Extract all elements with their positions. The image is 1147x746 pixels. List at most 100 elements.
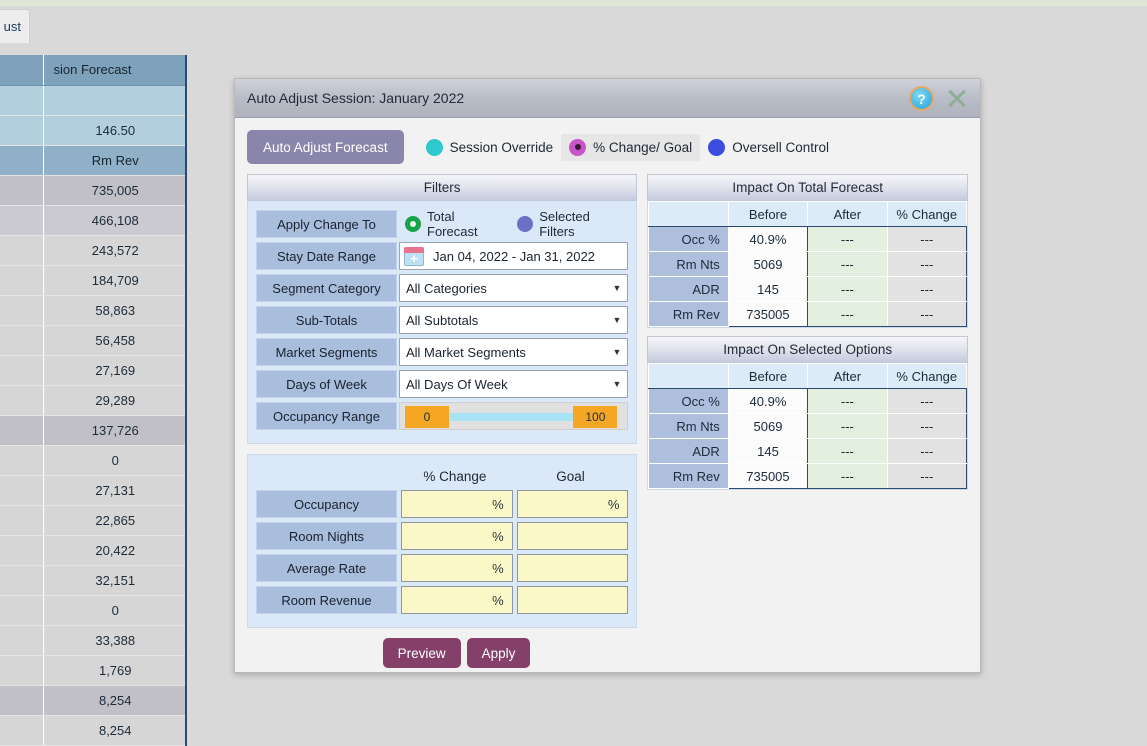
impact-change-value: ---: [886, 276, 968, 302]
table-row[interactable]: 0: [0, 595, 185, 626]
impact-before-value: 735005: [727, 301, 809, 327]
preview-button[interactable]: Preview: [382, 638, 461, 668]
impact-change-value: ---: [886, 463, 968, 489]
mode-option-session-override[interactable]: Session Override: [418, 134, 562, 161]
table-row[interactable]: 104.061,769: [0, 655, 185, 686]
table-row[interactable]: 121.5329,289: [0, 385, 185, 416]
impact-row-label: Rm Nts: [648, 251, 729, 277]
table-row[interactable]: 0: [0, 445, 185, 476]
background-forecast-grid[interactable]: sion Forecast40.9 %40.5 %146.50ADRRm Rev…: [0, 55, 187, 746]
table-row[interactable]: 153.2958,863: [0, 295, 185, 326]
stay-date-range-value: Jan 04, 2022 - Jan 31, 2022: [433, 248, 595, 264]
filter-row-segment-category: Segment Category All Categories ▼: [256, 273, 629, 303]
impact-after-value: ---: [807, 251, 888, 277]
impact-before-value: 5069: [727, 251, 809, 277]
table-row[interactable]: 176.37243,572: [0, 235, 185, 266]
sub-totals-select[interactable]: All Subtotals ▼: [399, 306, 629, 334]
table-row: Rm Rev 735005 --- ---: [648, 301, 968, 327]
segment-category-control: All Categories ▼: [399, 274, 629, 302]
apply-button[interactable]: Apply: [466, 638, 531, 668]
impact-before-value: 40.9%: [727, 226, 809, 252]
dialog-title: Auto Adjust Session: January 2022: [247, 90, 465, 106]
days-of-week-select[interactable]: All Days Of Week ▼: [399, 370, 629, 398]
background-tab-label: ust: [3, 19, 21, 34]
table-row[interactable]: 145.00735,005: [0, 175, 185, 206]
change-goal-rows: Occupancy % % Room Nights % Average Rate %…: [256, 489, 629, 615]
dialog-action-buttons: Preview Apply: [247, 638, 637, 668]
radio-total-forecast[interactable]: Total Forecast: [405, 209, 508, 239]
impact-change-value: ---: [886, 251, 968, 277]
table-row[interactable]: 165.088,254: [0, 685, 185, 716]
goal-input[interactable]: [516, 554, 629, 582]
table-row[interactable]: 121.3232,151: [0, 565, 185, 596]
table-row[interactable]: 165.088,254: [0, 715, 185, 746]
change-goal-row: Occupancy % %: [256, 489, 629, 519]
table-row[interactable]: 124.5220,422: [0, 535, 185, 566]
impact-after-value: ---: [807, 413, 888, 439]
days-of-week-value: All Days Of Week: [406, 376, 508, 392]
impact-selected-panel-body: Before After % Change Occ % 40.9% --- --- Rm…: [647, 363, 968, 490]
impact-total-table: Before After % Change Occ % 40.9% --- --- Rm…: [648, 201, 968, 327]
background-grid-table: sion Forecast40.9 %40.5 %146.50ADRRm Rev…: [0, 55, 185, 746]
chevron-down-icon: ▼: [612, 379, 622, 389]
table-row[interactable]: 147.62137,726: [0, 415, 185, 446]
impact-selected-table-body: Occ % 40.9% --- --- Rm Nts 5069 --- --- ADR 145 --…: [648, 388, 968, 489]
table-row: ADR 145 --- ---: [648, 438, 968, 464]
impact-before-value: 5069: [727, 413, 809, 439]
market-segments-select[interactable]: All Market Segments ▼: [399, 338, 629, 366]
change-goal-row-label: Room Nights: [256, 522, 397, 550]
table-row[interactable]: 145.6422,865: [0, 505, 185, 536]
close-icon[interactable]: [944, 86, 970, 112]
mode-option-label: Session Override: [449, 139, 554, 155]
table-row[interactable]: 158.6627,131: [0, 475, 185, 506]
impact-total-col-change: % Change: [886, 201, 968, 227]
change-input[interactable]: %: [401, 522, 513, 550]
occupancy-range-slider[interactable]: 0 100: [399, 402, 629, 430]
dialog-body: Auto Adjust Forecast Session Override % …: [235, 118, 980, 672]
change-input[interactable]: %: [401, 490, 513, 518]
occupancy-range-label: Occupancy Range: [256, 402, 397, 430]
impact-row-label: Occ %: [648, 226, 729, 252]
table-row[interactable]: 159.35466,108: [0, 205, 185, 236]
radio-selected-icon: [405, 216, 421, 232]
market-segments-label: Market Segments: [256, 338, 397, 366]
goal-input[interactable]: %: [516, 490, 629, 518]
impact-after-value: ---: [807, 388, 888, 414]
table-row[interactable]: 140.4456,458: [0, 325, 185, 356]
change-column-header: % Change: [423, 468, 487, 484]
impact-selected-panel-title: Impact On Selected Options: [723, 342, 893, 357]
mode-option-oversell-control[interactable]: Oversell Control: [700, 134, 837, 161]
auto-adjust-forecast-button[interactable]: Auto Adjust Forecast: [247, 130, 404, 164]
impact-after-value: ---: [807, 463, 888, 489]
stay-date-range-input[interactable]: Jan 04, 2022 - Jan 31, 2022: [399, 242, 629, 270]
goal-input[interactable]: [516, 522, 629, 550]
stay-date-range-label: Stay Date Range: [256, 242, 397, 270]
filter-row-sub-totals: Sub-Totals All Subtotals ▼: [256, 305, 629, 335]
impact-total-table-head: Before After % Change: [648, 201, 968, 227]
radio-selected-filters[interactable]: Selected Filters: [517, 209, 628, 239]
table-row[interactable]: 209.9933,388: [0, 625, 185, 656]
impact-after-value: ---: [807, 226, 888, 252]
slider-handle-min[interactable]: 0: [405, 406, 449, 428]
radio-label: Selected Filters: [539, 209, 590, 239]
background-tab[interactable]: ust: [0, 9, 30, 43]
slider-handle-max[interactable]: 100: [573, 406, 618, 428]
impact-selected-panel-header: Impact On Selected Options: [647, 336, 968, 363]
change-input[interactable]: %: [401, 554, 513, 582]
percent-change-goal-dot-icon: [569, 138, 587, 156]
table-row: 40.9 %: [0, 85, 185, 116]
mode-option-percent-change-goal[interactable]: % Change/ Goal: [561, 133, 701, 161]
goal-input[interactable]: [516, 586, 629, 614]
filters-panel-body: Apply Change To Total Forecast Selected …: [247, 201, 638, 444]
impact-total-col-after: After: [807, 201, 888, 227]
help-circle-icon[interactable]: ?: [909, 86, 934, 111]
impact-row-label: Rm Rev: [648, 301, 729, 327]
change-input[interactable]: %: [401, 586, 513, 614]
table-row[interactable]: 168.7527,169: [0, 355, 185, 386]
impact-before-value: 735005: [727, 463, 809, 489]
chevron-down-icon: ▼: [612, 283, 622, 293]
impact-selected-col-before: Before: [727, 363, 809, 389]
table-row[interactable]: 185.26184,709: [0, 265, 185, 296]
segment-category-select[interactable]: All Categories ▼: [399, 274, 629, 302]
sub-totals-label: Sub-Totals: [256, 306, 397, 334]
